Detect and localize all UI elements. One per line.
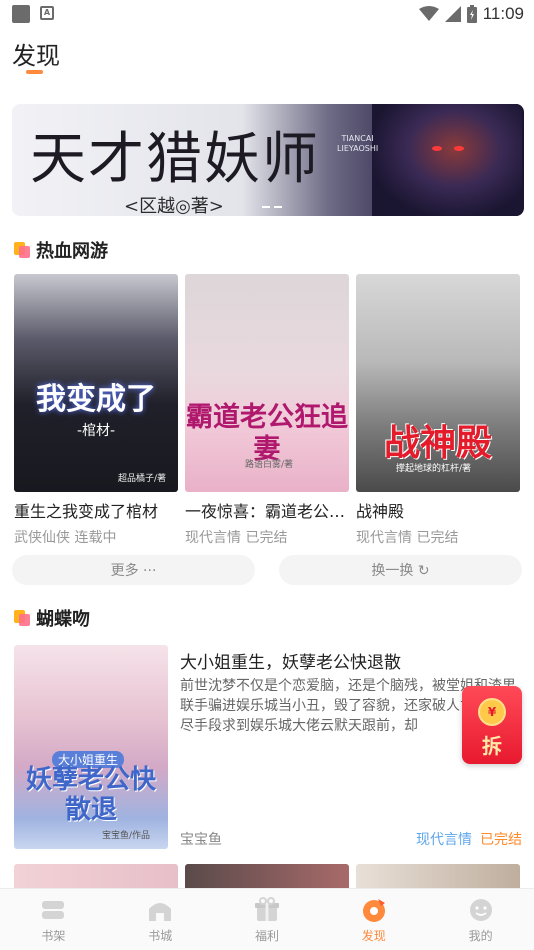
book-grid: 我变成了 -棺材- 超品橘子/著 重生之我变成了棺材 武侠仙侠 连载中 霸道老公… — [14, 274, 520, 547]
tab-label: 书架 — [41, 929, 66, 943]
tab-welfare[interactable]: 福利 — [214, 889, 321, 950]
book-meta: 现代言情 已完结 — [356, 530, 459, 546]
book-meta: 现代言情 已完结 — [185, 530, 288, 546]
cover-author: 撑起地球的杠杆/著 — [396, 464, 472, 474]
banner-pager-dots — [262, 206, 282, 208]
banner-eye-right — [454, 146, 464, 151]
cover-author: 超品橘子/著 — [117, 474, 166, 484]
featured-book-cover[interactable]: 大小姐重生 妖孽老公快散退 宝宝鱼/作品 — [14, 645, 168, 849]
genre-tag: 现代言情 — [416, 832, 472, 848]
tab-profile[interactable]: 我的 — [427, 889, 534, 950]
section-icon — [14, 242, 30, 258]
book-card[interactable]: 霸道老公狂追妻 路语白雾/著 一夜惊喜：霸道老公狂追妻 现代言情 已完结 — [185, 274, 349, 547]
section-title: 蝴蝶吻 — [36, 609, 90, 630]
signal-icon — [444, 6, 461, 22]
book-cover: 霸道老公狂追妻 路语白雾/著 — [185, 274, 349, 492]
tab-label: 书城 — [148, 929, 173, 943]
featured-book-title[interactable]: 大小姐重生，妖孽老公快退散 — [180, 648, 401, 673]
book-card[interactable]: 战神殿 撑起地球的杠杆/著 战神殿 现代言情 已完结 — [356, 274, 520, 547]
book-cover-partial[interactable] — [185, 864, 349, 890]
book-cover-partial[interactable] — [356, 864, 520, 890]
discover-icon — [362, 899, 385, 922]
book-cover: 战神殿 撑起地球的杠杆/著 — [356, 274, 520, 492]
banner-subtitle-line-1: TIANCAI — [341, 134, 374, 143]
cover-author: 路语白雾/著 — [245, 460, 294, 470]
bottom-tab-bar: 书架 书城 福利 发现 我的 — [0, 888, 534, 950]
notification-icon — [12, 5, 30, 23]
tab-bookstore[interactable]: 书城 — [107, 889, 214, 950]
gift-icon — [254, 897, 279, 921]
featured-book-author: 宝宝鱼 — [180, 832, 222, 848]
cover-title: 战神殿 — [383, 422, 492, 464]
cover-title: 妖孽老公快散退 — [25, 765, 156, 825]
notification-a-icon: A — [40, 6, 54, 20]
section-header-hot: 热血网游 — [14, 238, 108, 262]
page-title: 发现 — [12, 42, 60, 70]
cover-subtitle: -棺材- — [76, 423, 116, 439]
promo-banner[interactable]: 天才猎妖师 <区越◎著> TIANCAI LIEYAOSHI — [12, 104, 524, 216]
book-card[interactable]: 我变成了 -棺材- 超品橘子/著 重生之我变成了棺材 武侠仙侠 连载中 — [14, 274, 178, 547]
clock: 11:09 — [482, 4, 524, 23]
profile-icon — [469, 899, 492, 921]
more-button[interactable]: 更多 ··· — [12, 555, 255, 585]
swap-button[interactable]: 换一换 ↻ — [279, 555, 522, 585]
cover-title: 我变成了 — [36, 382, 156, 417]
cover-author: 宝宝鱼/作品 — [101, 831, 150, 841]
next-row-preview — [14, 864, 520, 890]
section-icon — [14, 610, 30, 626]
coin-icon: ¥ — [478, 698, 506, 726]
tab-label: 发现 — [361, 929, 386, 943]
tab-label: 福利 — [254, 929, 279, 943]
banner-character-art — [372, 104, 522, 216]
tab-discover[interactable]: 发现 — [320, 889, 427, 950]
section-header-butterfly: 蝴蝶吻 — [14, 606, 90, 630]
book-cover: 我变成了 -棺材- 超品橘子/著 — [14, 274, 178, 492]
book-cover-partial[interactable] — [14, 864, 178, 890]
battery-icon — [466, 5, 477, 23]
section-title: 热血网游 — [36, 241, 108, 262]
tab-bookshelf[interactable]: 书架 — [0, 889, 107, 950]
book-meta: 武侠仙侠 连载中 — [14, 530, 117, 546]
book-name: 战神殿 — [356, 502, 405, 521]
book-name: 重生之我变成了棺材 — [14, 502, 159, 521]
status-tag: 已完结 — [480, 832, 522, 848]
title-underline — [26, 70, 43, 74]
wifi-icon — [418, 6, 439, 21]
tab-label: 我的 — [468, 929, 493, 943]
banner-eye-left — [432, 146, 442, 151]
red-packet-button[interactable]: ¥ 拆 — [462, 686, 522, 764]
red-packet-label: 拆 — [482, 734, 502, 758]
book-name: 一夜惊喜：霸道老公狂追妻 — [185, 502, 349, 521]
featured-book-tags: 现代言情 已完结 — [416, 829, 522, 849]
status-bar: A 11:09 — [0, 0, 534, 30]
banner-title: 天才猎妖师 — [30, 127, 320, 192]
banner-subtitle-line-2: LIEYAOSHI — [337, 144, 379, 153]
bookshelf-icon — [42, 901, 65, 919]
banner-subtitle: TIANCAI LIEYAOSHI — [337, 134, 378, 154]
bookstore-icon — [149, 903, 172, 921]
banner-author: <区越◎著> — [124, 196, 224, 216]
